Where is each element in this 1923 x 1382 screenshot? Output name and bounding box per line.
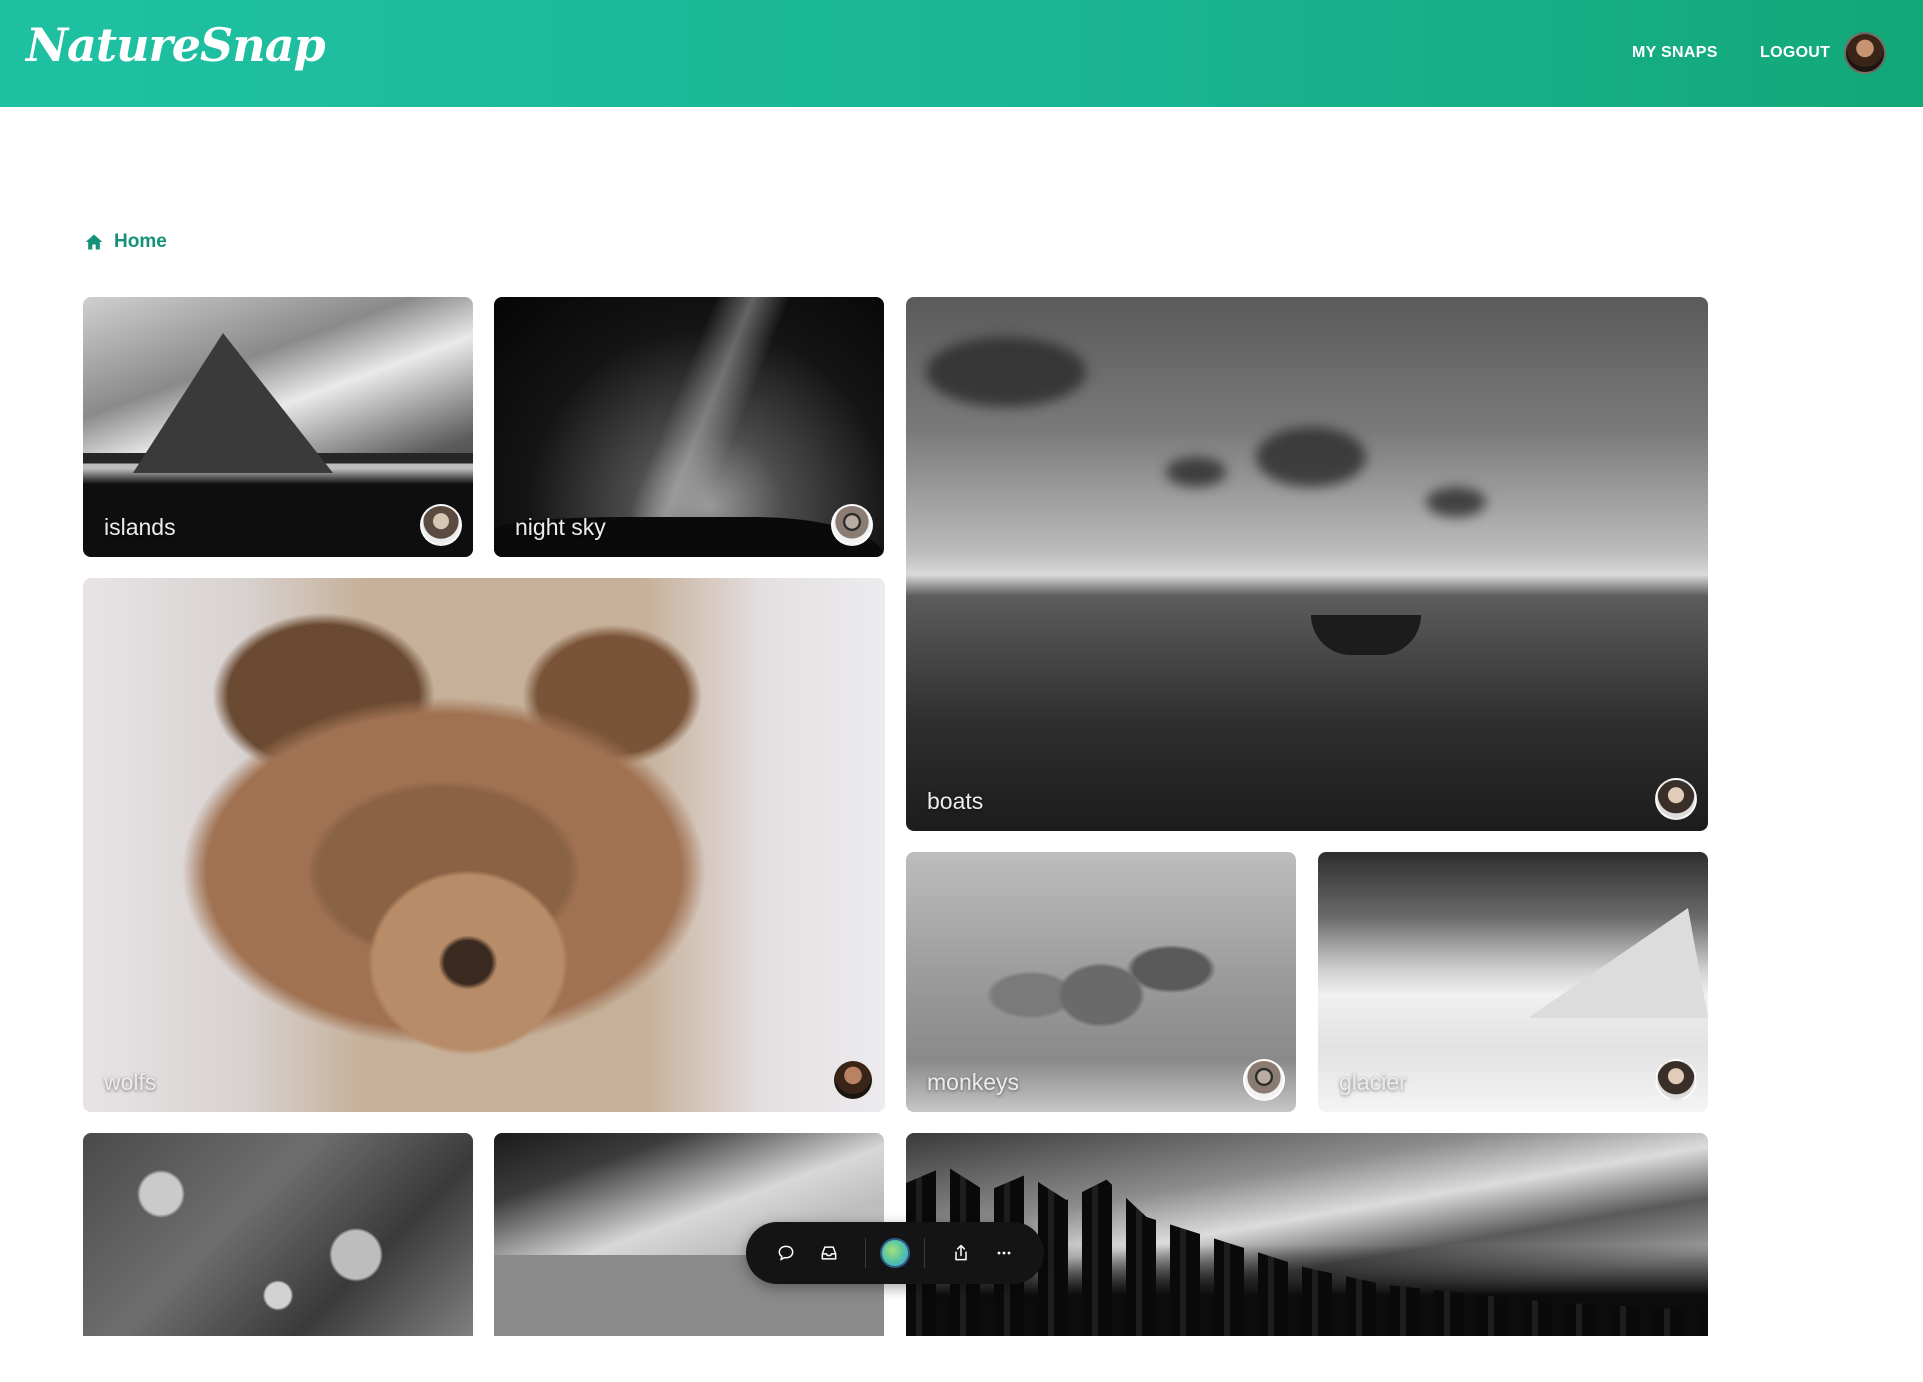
tile-label: night sky <box>515 514 606 540</box>
user-avatar[interactable] <box>1655 1059 1697 1101</box>
share-button[interactable] <box>939 1231 983 1275</box>
tile-label: wolfs <box>104 1069 157 1095</box>
gallery-tile-boats[interactable]: boats <box>906 297 1708 831</box>
floating-toolbar <box>746 1222 1044 1284</box>
toolbar-divider <box>923 1238 925 1268</box>
more-icon <box>997 1251 1011 1255</box>
tile-label: monkeys <box>927 1069 1020 1095</box>
gallery-tile-night-sky[interactable]: night sky <box>494 297 884 557</box>
gallery-tile-glacier[interactable]: glacier <box>1318 852 1708 1112</box>
gallery-tile-plants[interactable] <box>83 1133 473 1336</box>
comment-icon <box>778 1245 794 1261</box>
toolbar-divider <box>865 1238 867 1268</box>
gallery-tile-wolfs[interactable]: wolfs <box>83 578 885 1112</box>
my-snaps-link[interactable]: MY SNAPS <box>1632 44 1718 62</box>
user-avatar[interactable] <box>1243 1059 1285 1101</box>
tile-label: boats <box>927 788 984 814</box>
gallery-tile-islands[interactable]: islands <box>83 297 473 557</box>
tile-image <box>906 297 1708 831</box>
inbox-button[interactable] <box>808 1231 852 1275</box>
tile-image <box>83 1133 473 1336</box>
more-button[interactable] <box>982 1231 1026 1275</box>
breadcrumb-home-label: Home <box>114 231 167 252</box>
home-icon <box>85 234 103 250</box>
tile-label: islands <box>104 514 176 540</box>
user-avatar[interactable] <box>831 504 873 546</box>
color-dot[interactable] <box>880 1238 910 1268</box>
user-avatar[interactable] <box>420 504 462 546</box>
breadcrumb[interactable]: Home <box>84 231 167 253</box>
tile-label: glacier <box>1339 1069 1407 1095</box>
top-navbar: NatureSnap MY SNAPS LOGOUT <box>0 0 1923 107</box>
user-avatar[interactable] <box>1844 32 1886 74</box>
share-icon <box>954 1244 967 1261</box>
user-avatar[interactable] <box>1655 778 1697 820</box>
gallery-tile-monkeys[interactable]: monkeys <box>906 852 1296 1112</box>
tile-image <box>83 578 885 1112</box>
comment-button[interactable] <box>764 1231 808 1275</box>
inbox-icon <box>821 1246 837 1260</box>
logout-link[interactable]: LOGOUT <box>1760 44 1830 62</box>
app-logo[interactable]: NatureSnap <box>26 18 326 72</box>
user-avatar[interactable] <box>832 1059 874 1101</box>
